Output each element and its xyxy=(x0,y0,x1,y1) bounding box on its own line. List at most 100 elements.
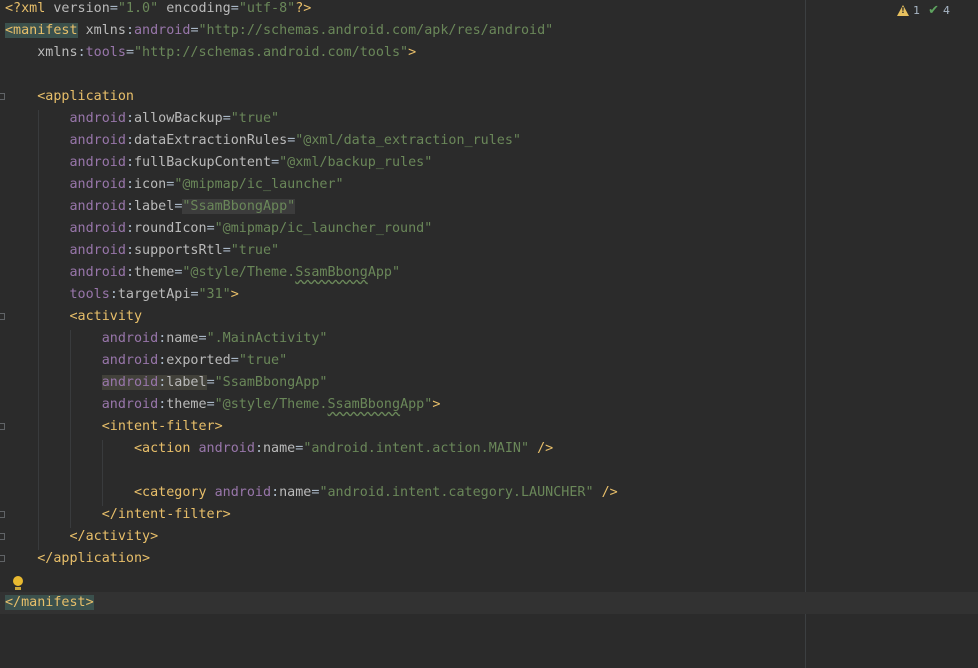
attr-name: supportsRtl xyxy=(134,243,223,258)
ns-prefix: android xyxy=(101,397,159,412)
attr-value: "android.intent.category.LAUNCHER" xyxy=(319,485,594,500)
code-line[interactable]: <?xml version="1.0" encoding="utf-8"?> xyxy=(5,0,311,20)
tag-self-close: /> xyxy=(601,485,618,500)
manifest-tag-open: <manifest xyxy=(5,23,78,38)
attr-value: "android.intent.action.MAIN" xyxy=(303,441,530,456)
code-editor[interactable]: 1 ✔ 4 <?xml version="1.0" encoding="utf-… xyxy=(0,0,978,668)
code-line[interactable]: <manifest xmlns:android="http://schemas.… xyxy=(5,20,553,42)
intent-filter-tag-close: </intent-filter> xyxy=(101,507,231,522)
attr-name: icon xyxy=(134,177,167,192)
code-line[interactable]: tools:targetApi="31"> xyxy=(5,284,239,306)
ns-prefix: android xyxy=(101,353,159,368)
xml-prolog-open: <?xml xyxy=(5,1,46,16)
warning-icon xyxy=(897,5,910,16)
attr-name: roundIcon xyxy=(134,221,207,236)
ns-prefix: android xyxy=(69,243,126,258)
code-line[interactable]: android:roundIcon="@mipmap/ic_launcher_r… xyxy=(5,218,433,240)
code-line[interactable]: android:label="SsamBbongApp" xyxy=(5,196,296,218)
code-line[interactable]: </intent-filter> xyxy=(5,504,231,526)
attr-value: "http://schemas.android.com/apk/res/andr… xyxy=(198,23,554,38)
attr-name: encoding xyxy=(166,1,231,16)
ns-prefix: tools xyxy=(85,45,126,60)
attr-value: "@xml/data_extraction_rules" xyxy=(295,133,521,148)
ns-prefix: android xyxy=(214,485,272,500)
check-icon: ✔ xyxy=(928,3,939,18)
attr-name: xmlns xyxy=(37,45,78,60)
attr-value: "utf-8" xyxy=(238,1,296,16)
ns-prefix: android xyxy=(69,111,126,126)
typo-word[interactable]: SsamBbong xyxy=(295,265,368,280)
code-line[interactable]: android:label="SsamBbongApp" xyxy=(5,372,328,394)
code-line[interactable]: android:icon="@mipmap/ic_launcher" xyxy=(5,174,344,196)
tag-close: > xyxy=(432,397,441,412)
code-line[interactable]: android:theme="@style/Theme.SsamBbongApp… xyxy=(5,262,401,284)
category-tag-open: <category xyxy=(134,485,207,500)
ns-prefix: android xyxy=(198,441,255,456)
code-line[interactable]: android:allowBackup="true" xyxy=(5,108,280,130)
attr-value: "true" xyxy=(238,353,288,368)
activity-tag-close: </activity> xyxy=(69,529,159,544)
code-line[interactable]: </application> xyxy=(5,548,150,570)
attr-value: ".MainActivity" xyxy=(206,331,328,346)
xml-prolog-close: ?> xyxy=(295,1,312,16)
attr-value: "@style/Theme. xyxy=(182,265,296,280)
inspection-widget[interactable]: 1 ✔ 4 xyxy=(897,3,950,18)
code-line[interactable]: android:name=".MainActivity" xyxy=(5,328,328,350)
code-line-current[interactable]: </manifest> xyxy=(0,592,978,614)
typo-word[interactable]: SsamBbong xyxy=(328,397,401,412)
ns-prefix: tools xyxy=(69,287,110,302)
intent-filter-tag-open: <intent-filter> xyxy=(101,419,223,434)
attr-value: "31" xyxy=(198,287,231,302)
attr-name: label xyxy=(166,375,207,390)
tag-close: > xyxy=(408,45,417,60)
ns-prefix: android xyxy=(134,23,191,38)
attr-name: name xyxy=(166,331,199,346)
attr-name: xmlns xyxy=(85,23,126,38)
tag-close: > xyxy=(230,287,239,302)
attr-value: "SsamBbongApp" xyxy=(182,199,296,214)
ok-count: 4 xyxy=(943,4,950,17)
attr-value: "@xml/backup_rules" xyxy=(279,155,433,170)
attr-name: name xyxy=(279,485,312,500)
code-line[interactable]: android:dataExtractionRules="@xml/data_e… xyxy=(5,130,521,152)
attr-name: version xyxy=(53,1,110,16)
attr-value: "http://schemas.android.com/tools" xyxy=(134,45,409,60)
ns-prefix: android xyxy=(101,331,159,346)
attr-name: dataExtractionRules xyxy=(134,133,288,148)
ns-prefix: android xyxy=(69,221,126,236)
code-line[interactable]: </activity> xyxy=(5,526,159,548)
application-tag-open: <application xyxy=(37,89,134,104)
attr-name: exported xyxy=(166,353,231,368)
code-line[interactable]: android:theme="@style/Theme.SsamBbongApp… xyxy=(5,394,441,416)
code-line[interactable]: <action android:name="android.intent.act… xyxy=(5,438,553,460)
attr-value: "true" xyxy=(230,111,280,126)
code-line[interactable]: xmlns:tools="http://schemas.android.com/… xyxy=(5,42,416,64)
attr-name: label xyxy=(134,199,175,214)
attr-name: allowBackup xyxy=(134,111,223,126)
ns-prefix: android xyxy=(69,199,126,214)
ns-prefix: android xyxy=(69,177,126,192)
attr-value: "true" xyxy=(230,243,280,258)
action-tag-open: <action xyxy=(134,441,191,456)
attr-name: name xyxy=(263,441,296,456)
code-line[interactable]: <category android:name="android.intent.c… xyxy=(5,482,618,504)
attr-value: "1.0" xyxy=(117,1,159,16)
code-line[interactable]: android:supportsRtl="true" xyxy=(5,240,280,262)
code-line[interactable]: <activity xyxy=(5,306,143,328)
activity-tag-open: <activity xyxy=(69,309,143,324)
tag-self-close: /> xyxy=(537,441,554,456)
ns-prefix: android xyxy=(69,155,126,170)
warning-count: 1 xyxy=(913,4,921,17)
ns-prefix: android xyxy=(69,265,126,280)
manifest-tag-close: </manifest> xyxy=(5,595,94,610)
attr-value: App" xyxy=(367,265,401,280)
code-line[interactable]: <application xyxy=(5,86,134,108)
attr-value: "@mipmap/ic_launcher_round" xyxy=(214,221,433,236)
lightbulb-icon[interactable] xyxy=(13,576,23,592)
ns-prefix: android xyxy=(69,133,126,148)
code-line[interactable]: android:fullBackupContent="@xml/backup_r… xyxy=(5,152,433,174)
attr-name: theme xyxy=(134,265,175,280)
code-line[interactable]: android:exported="true" xyxy=(5,350,287,372)
attr-name: targetApi xyxy=(117,287,191,302)
code-line[interactable]: <intent-filter> xyxy=(5,416,223,438)
